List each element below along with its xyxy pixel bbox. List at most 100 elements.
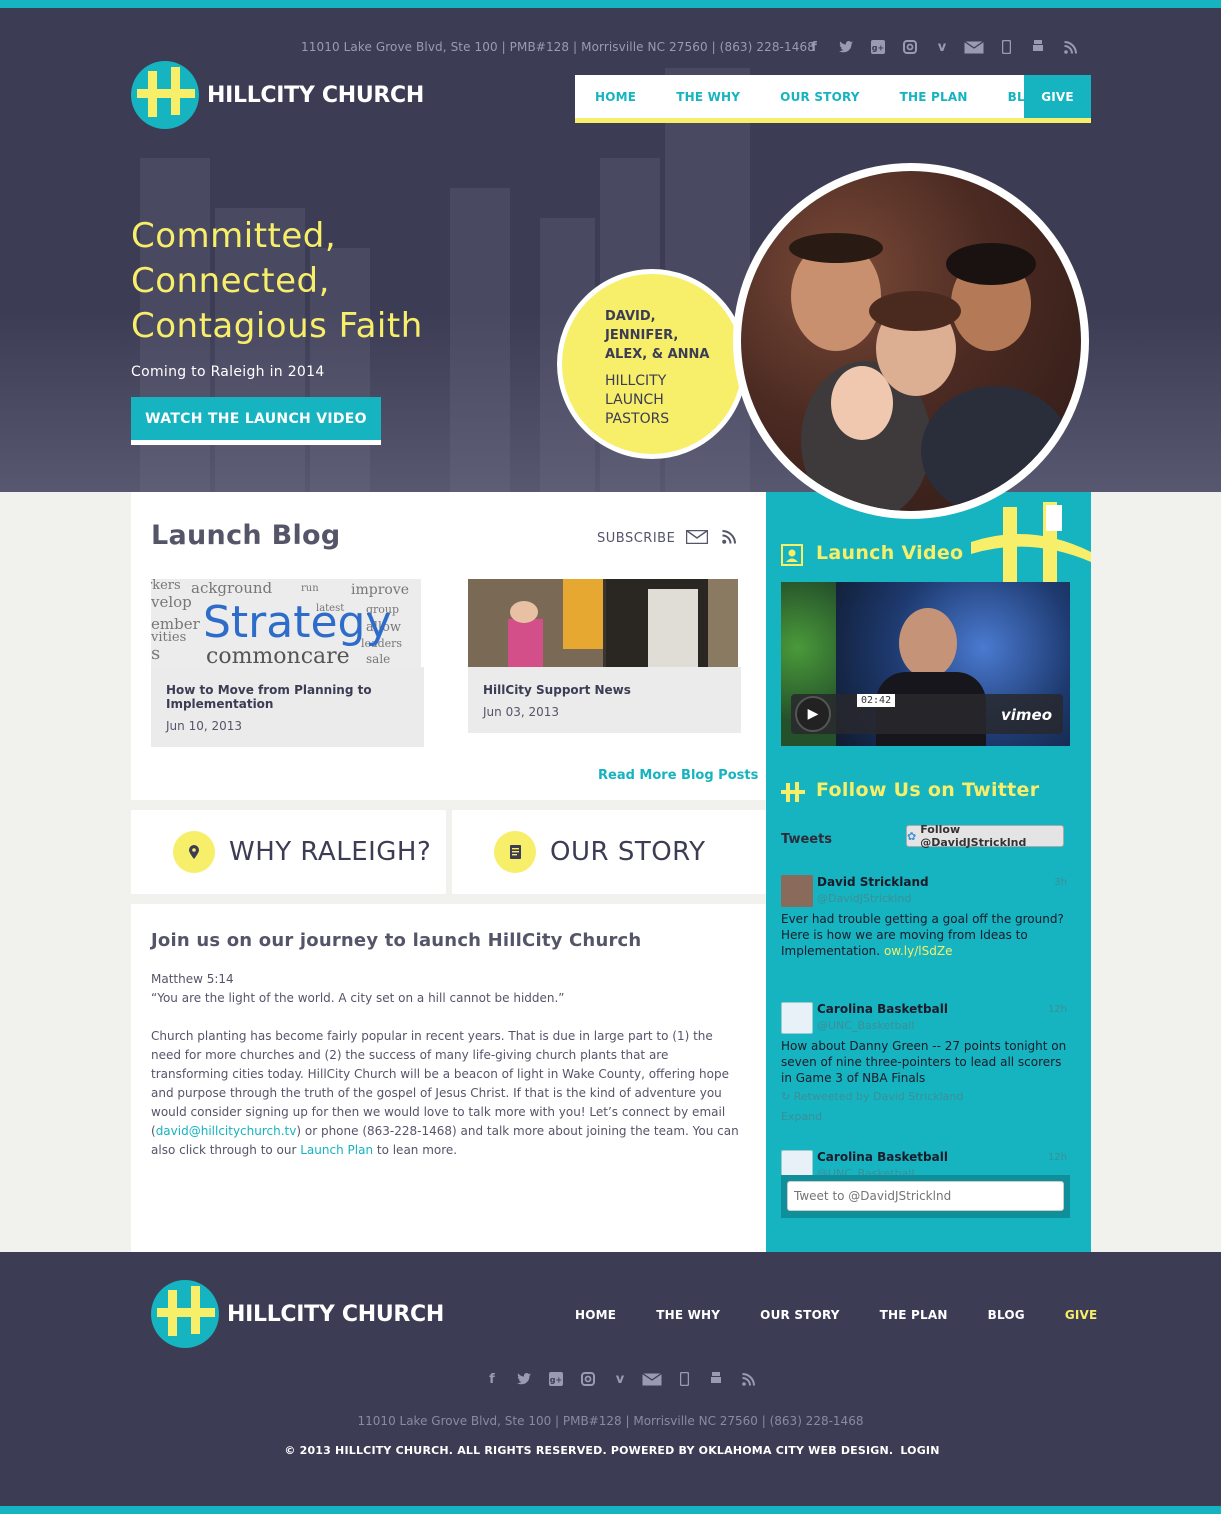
blog-post-thumbnail-strategy[interactable]: rkers ackground run improve velop latest… — [151, 579, 421, 667]
footer-nav-blog[interactable]: BLOG — [988, 1308, 1025, 1322]
vimeo-logo[interactable]: vimeo — [1001, 706, 1052, 724]
twitter-heading: Follow Us on Twitter — [816, 779, 1040, 801]
our-story-label: OUR STORY — [550, 837, 706, 867]
tweet-author[interactable]: Carolina Basketball — [817, 1150, 948, 1164]
blog-post-card[interactable]: HillCity Support News Jun 03, 2013 — [468, 579, 741, 733]
svg-text:velop: velop — [151, 593, 192, 611]
map-pin-icon — [173, 831, 215, 873]
tweet-time[interactable]: 12h — [1048, 1004, 1067, 1015]
site-logo[interactable]: HILLCITY CHURCH — [131, 61, 424, 129]
footer-social-icons: f g+ v — [476, 1370, 764, 1388]
hillcity-logo-mark — [131, 61, 199, 129]
why-raleigh-label: WHY RALEIGH? — [229, 837, 432, 867]
avatar[interactable] — [781, 1002, 813, 1034]
svg-text:rkers: rkers — [151, 579, 181, 593]
logo-text: HILLCITY CHURCH — [207, 82, 424, 108]
email-icon[interactable] — [636, 1370, 668, 1388]
pastor-family-photo — [741, 171, 1081, 511]
footer-nav-the-why[interactable]: THE WHY — [656, 1308, 720, 1322]
hillcity-watermark-icon — [971, 502, 1091, 582]
footer-copyright: © 2013 HILLCITY CHURCH. ALL RIGHTS RESER… — [284, 1444, 940, 1457]
tweet-author[interactable]: David Strickland — [817, 875, 929, 889]
hillcity-mark-icon — [781, 782, 805, 804]
subscribe-label[interactable]: SUBSCRIBE — [597, 531, 675, 546]
scripture-block: Matthew 5:14 “You are the light of the w… — [151, 970, 741, 1008]
launch-video-player[interactable]: ▶ 02:42 vimeo — [781, 582, 1070, 746]
footer-nav-the-plan[interactable]: THE PLAN — [880, 1308, 948, 1322]
hillcity-logo-mark — [151, 1280, 219, 1348]
subscribe-rss-icon[interactable] — [722, 529, 736, 548]
svg-text:ackground: ackground — [191, 579, 273, 597]
tweet-time[interactable]: 12h — [1048, 1152, 1067, 1163]
instagram-icon[interactable] — [894, 38, 926, 56]
blog-post-title[interactable]: How to Move from Planning to Implementat… — [166, 683, 409, 711]
avatar[interactable] — [781, 1150, 813, 1176]
blog-post-thumbnail-support[interactable] — [468, 579, 738, 667]
read-more-blog-posts-link[interactable]: Read More Blog Posts — [598, 768, 758, 783]
footer-nav: HOME THE WHY OUR STORY THE PLAN BLOG GIV… — [575, 1308, 1097, 1322]
mobile-icon[interactable] — [668, 1370, 700, 1388]
facebook-icon[interactable]: f — [476, 1370, 508, 1388]
site-footer: HILLCITY CHURCH HOME THE WHY OUR STORY T… — [0, 1252, 1221, 1506]
tweet-item[interactable]: Carolina Basketball @UNC_Basketball 12h … — [781, 1002, 1071, 1132]
main-content: Launch Blog SUBSCRIBE rkers ackground ru… — [131, 492, 767, 1252]
launch-plan-link[interactable]: Launch Plan — [300, 1143, 373, 1157]
nav-the-plan[interactable]: THE PLAN — [880, 75, 988, 118]
email-icon[interactable] — [958, 38, 990, 56]
tweet-item[interactable]: David Strickland @DavidJStricklnd 3h Eve… — [781, 875, 1071, 975]
login-link[interactable]: LOGIN — [900, 1444, 939, 1457]
svg-text:sale: sale — [366, 652, 390, 666]
main-nav: HOME THE WHY OUR STORY THE PLAN BLOG GIV… — [575, 75, 1091, 123]
nav-our-story[interactable]: OUR STORY — [760, 75, 879, 118]
blog-post-date: Jun 10, 2013 — [166, 719, 243, 733]
google-plus-icon[interactable]: g+ — [540, 1370, 572, 1388]
blog-post-card[interactable]: rkers ackground run improve velop latest… — [151, 579, 424, 747]
play-icon[interactable]: ▶ — [795, 696, 831, 732]
subscribe-email-icon[interactable] — [685, 529, 709, 548]
tweet-handle[interactable]: @DavidJStricklnd — [817, 892, 911, 905]
twitter-icon[interactable] — [508, 1370, 540, 1388]
android-icon[interactable] — [1022, 38, 1054, 56]
our-story-tile[interactable]: OUR STORY — [452, 810, 767, 894]
why-raleigh-tile[interactable]: WHY RALEIGH? — [131, 810, 446, 894]
tweet-item[interactable]: Carolina Basketball @UNC_Basketball 12h — [781, 1150, 1071, 1176]
nav-home[interactable]: HOME — [575, 75, 656, 118]
tweet-expand-link[interactable]: Expand — [781, 1110, 822, 1123]
svg-text:improve: improve — [351, 582, 409, 598]
document-icon — [494, 831, 536, 873]
blog-post-title[interactable]: HillCity Support News — [483, 683, 726, 697]
footer-logo[interactable]: HILLCITY CHURCH — [151, 1280, 444, 1348]
footer-address: 11010 Lake Grove Blvd, Ste 100 | PMB#128… — [357, 1414, 864, 1428]
top-accent-strip — [0, 0, 1221, 8]
tweet-text: How about Danny Green -- 27 points tonig… — [781, 1039, 1067, 1085]
nav-the-why[interactable]: THE WHY — [656, 75, 760, 118]
svg-text:s: s — [151, 643, 160, 664]
mobile-icon[interactable] — [990, 38, 1022, 56]
hero-subhead: Coming to Raleigh in 2014 — [131, 364, 325, 380]
twitter-icon[interactable] — [830, 38, 862, 56]
rss-icon[interactable] — [732, 1370, 764, 1388]
watch-launch-video-button[interactable]: WATCH THE LAUNCH VIDEO — [131, 397, 381, 445]
instagram-icon[interactable] — [572, 1370, 604, 1388]
tweet-compose-input[interactable] — [787, 1181, 1064, 1211]
svg-text:Strategy: Strategy — [203, 597, 392, 648]
pastor-role: HILLCITY LAUNCH PASTORS — [605, 373, 670, 427]
footer-nav-our-story[interactable]: OUR STORY — [760, 1308, 839, 1322]
android-icon[interactable] — [700, 1370, 732, 1388]
avatar[interactable] — [781, 875, 813, 907]
facebook-icon[interactable]: f — [798, 38, 830, 56]
rss-icon[interactable] — [1054, 38, 1086, 56]
email-link[interactable]: david@hillcitychurch.tv — [156, 1124, 297, 1138]
nav-give[interactable]: GIVE — [1024, 75, 1091, 118]
sidebar: Launch Video ▶ 02:42 vimeo Follow Us on … — [766, 492, 1091, 1252]
tweet-handle[interactable]: @UNC_Basketball — [817, 1019, 914, 1032]
footer-nav-home[interactable]: HOME — [575, 1308, 616, 1322]
twitter-follow-button[interactable]: ✿ Follow @DavidJStricklnd — [906, 823, 1064, 849]
google-plus-icon[interactable]: g+ — [862, 38, 894, 56]
tweet-author[interactable]: Carolina Basketball — [817, 1002, 948, 1016]
footer-nav-give[interactable]: GIVE — [1065, 1308, 1098, 1322]
tweet-time[interactable]: 3h — [1054, 877, 1067, 888]
vimeo-icon[interactable]: v — [926, 38, 958, 56]
vimeo-icon[interactable]: v — [604, 1370, 636, 1388]
tweet-link[interactable]: ow.ly/lSdZe — [884, 944, 953, 958]
